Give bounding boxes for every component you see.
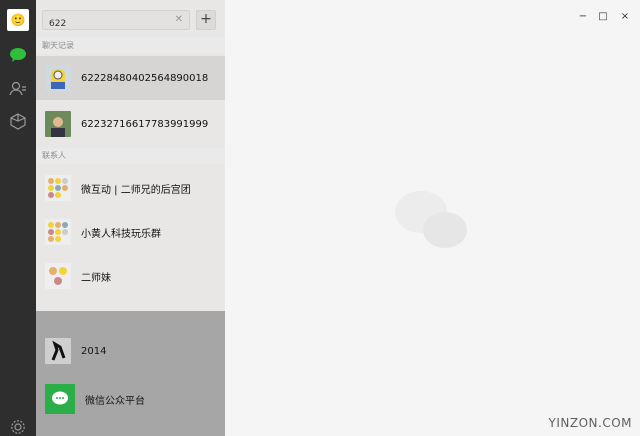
add-button[interactable]: +: [196, 10, 216, 30]
chat-area-empty: − □ × YINZON.COM: [225, 0, 640, 436]
group-avatar: [45, 175, 71, 201]
contact-result-3-name: 二师妹: [81, 272, 111, 284]
contact-result-2[interactable]: 小黄人科技玩乐群: [36, 210, 225, 254]
clear-icon[interactable]: ✕: [175, 14, 183, 25]
chat-icon[interactable]: [7, 44, 29, 66]
group-avatar: [45, 263, 71, 289]
contacts-icon[interactable]: [7, 78, 29, 100]
chat-item-2014[interactable]: 2014: [36, 329, 225, 373]
section-contacts: 联系人: [36, 148, 225, 164]
contact-result-1[interactable]: 微互动 | 二师兄的后宫团: [36, 166, 225, 210]
wechat-logo-icon: [395, 191, 467, 248]
chat-item-official-name: 微信公众平台: [85, 395, 145, 407]
wechat-window: 🙂 ✕ + 聊天记录 6222848040256489​0018: [0, 0, 640, 436]
group-avatar: [45, 219, 71, 245]
maximize-icon[interactable]: □: [596, 10, 610, 24]
search-box[interactable]: ✕: [42, 10, 190, 33]
contact-result-2-name: 小黄人科技玩乐群: [81, 228, 161, 240]
search-input[interactable]: [43, 15, 163, 33]
watermark: YINZON.COM: [548, 416, 632, 430]
wechat-official-icon: [45, 384, 75, 414]
nav-rail: 🙂: [0, 0, 36, 436]
user-avatar[interactable]: 🙂: [7, 9, 29, 31]
chat-result-2-name: 6223271661778399​1999: [81, 118, 209, 130]
chat-result-1[interactable]: 6222848040256489​0018: [36, 56, 225, 100]
person-avatar: [45, 111, 71, 137]
minion-avatar: [45, 65, 71, 91]
chat-item-2014-name: 2014: [81, 345, 107, 357]
minimize-icon[interactable]: −: [576, 10, 590, 24]
settings-icon[interactable]: [7, 416, 29, 436]
chat-result-1-name: 6222848040256489​0018: [81, 72, 209, 84]
chat-item-official[interactable]: 微信公众平台: [36, 377, 225, 421]
section-chat-history: 聊天记录: [36, 38, 225, 54]
chat-result-2[interactable]: 6223271661778399​1999: [36, 102, 225, 146]
silhouette-avatar: [45, 338, 71, 364]
chat-list-dimmed: 2014 微信公众平台: [36, 311, 225, 436]
favorites-icon[interactable]: [7, 110, 29, 132]
close-icon[interactable]: ×: [618, 10, 632, 24]
contact-result-1-name: 微互动 | 二师兄的后宫团: [81, 184, 191, 196]
contact-result-3[interactable]: 二师妹: [36, 254, 225, 298]
